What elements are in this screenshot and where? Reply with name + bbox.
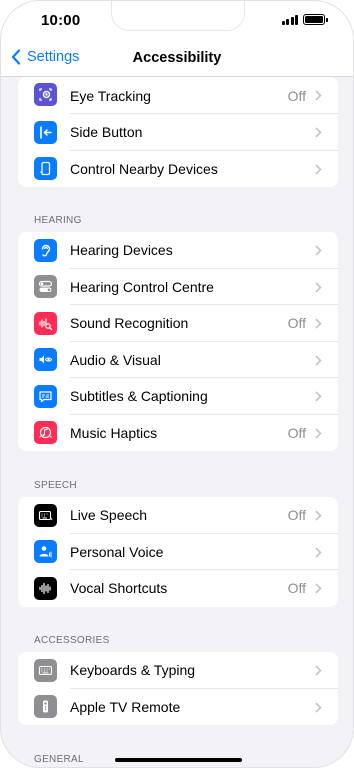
chevron-right-icon [315,510,322,521]
remote-icon [34,695,57,718]
chevron-right-icon [315,163,322,175]
section-header-speech: SPEECH [34,480,77,491]
row-label: Subtitles & Captioning [70,388,208,405]
music-haptics-icon [34,421,57,444]
row-keyboards-typing[interactable]: Keyboards & Typing [18,652,338,689]
chevron-right-icon [315,583,322,594]
waveform-icon [34,576,57,600]
section-header-accessories: ACCESSORIES [34,635,110,646]
row-label: Music Haptics [70,424,158,441]
row-label: Sound Recognition [70,315,189,332]
row-hearing-control-centre[interactable]: Hearing Control Centre [18,269,338,305]
status-icons [281,14,328,25]
section-header-hearing: HEARING [34,215,82,226]
row-label: Control Nearby Devices [70,160,218,177]
side-button-icon [34,120,57,144]
chevron-right-icon [315,665,322,676]
battery-icon [303,14,328,25]
status-time: 10:00 [41,12,81,29]
captions-icon [34,384,57,408]
row-apple-tv-remote[interactable]: Apple TV Remote [18,689,338,726]
row-personal-voice[interactable]: Personal Voice [18,534,338,570]
row-label: Hearing Devices [70,242,173,259]
waveform-search-icon [34,311,57,335]
row-live-speech[interactable]: Live Speech Off [18,497,338,534]
row-label: Live Speech [70,507,148,524]
row-value: Off [287,507,306,524]
chevron-right-icon [315,546,322,558]
speaker-eye-icon [34,348,57,371]
row-label: Eye Tracking [70,87,151,104]
row-music-haptics[interactable]: Music Haptics Off [18,415,338,452]
chevron-right-icon [315,90,322,101]
chevron-right-icon [315,701,322,713]
keyboard-icon [34,658,57,682]
row-subtitles-captioning[interactable]: Subtitles & Captioning [18,378,338,415]
row-label: Apple TV Remote [70,698,181,715]
row-side-button[interactable]: Side Button [18,114,338,151]
row-label: Keyboards & Typing [70,662,196,679]
row-vocal-shortcuts[interactable]: Vocal Shortcuts Off [18,570,338,607]
row-sound-recognition[interactable]: Sound Recognition Off [18,305,338,342]
chevron-right-icon [315,318,322,329]
row-value: Off [287,424,306,441]
keyboard-speech-icon [34,503,57,527]
signal-icon [281,14,298,25]
row-value: Off [287,87,306,104]
row-label: Personal Voice [70,543,164,560]
group-interaction: Eye Tracking Off Side Button Control Nea… [18,77,338,187]
row-label: Vocal Shortcuts [70,580,168,597]
row-label: Hearing Control Centre [70,278,214,295]
eye-tracking-icon [34,83,57,106]
chevron-right-icon [315,245,322,256]
row-label: Side Button [70,124,143,141]
chevron-right-icon [315,354,322,366]
status-bar: 10:00 [1,1,353,41]
page-title: Accessibility [132,50,222,66]
settings-list[interactable]: Eye Tracking Off Side Button Control Nea… [1,77,353,767]
group-accessories: Keyboards & Typing Apple TV Remote [18,652,338,725]
group-hearing: Hearing Devices Hearing Control Centre S… [18,232,338,451]
home-indicator[interactable] [115,758,242,762]
phone-screen: 10:00 Settings Accessibility Eye Trackin… [0,0,354,768]
row-label: Audio & Visual [70,351,161,368]
row-control-nearby-devices[interactable]: Control Nearby Devices [18,151,338,188]
ear-icon [34,238,57,262]
dynamic-island-notch [111,1,245,31]
nearby-devices-icon [34,157,57,180]
row-eye-tracking[interactable]: Eye Tracking Off [18,77,338,114]
chevron-right-icon [315,391,322,402]
chevron-right-icon [315,427,322,439]
row-audio-visual[interactable]: Audio & Visual [18,342,338,378]
chevron-right-icon [315,281,322,293]
chevron-right-icon [315,127,322,138]
toggles-icon [34,275,57,298]
section-header-general: GENERAL [34,754,84,765]
group-speech: Live Speech Off Personal Voice Vocal Sho… [18,497,338,607]
row-hearing-devices[interactable]: Hearing Devices [18,232,338,269]
navigation-bar: Settings Accessibility [1,41,353,77]
person-voice-icon [34,540,57,563]
row-value: Off [287,315,306,332]
row-value: Off [287,580,306,597]
